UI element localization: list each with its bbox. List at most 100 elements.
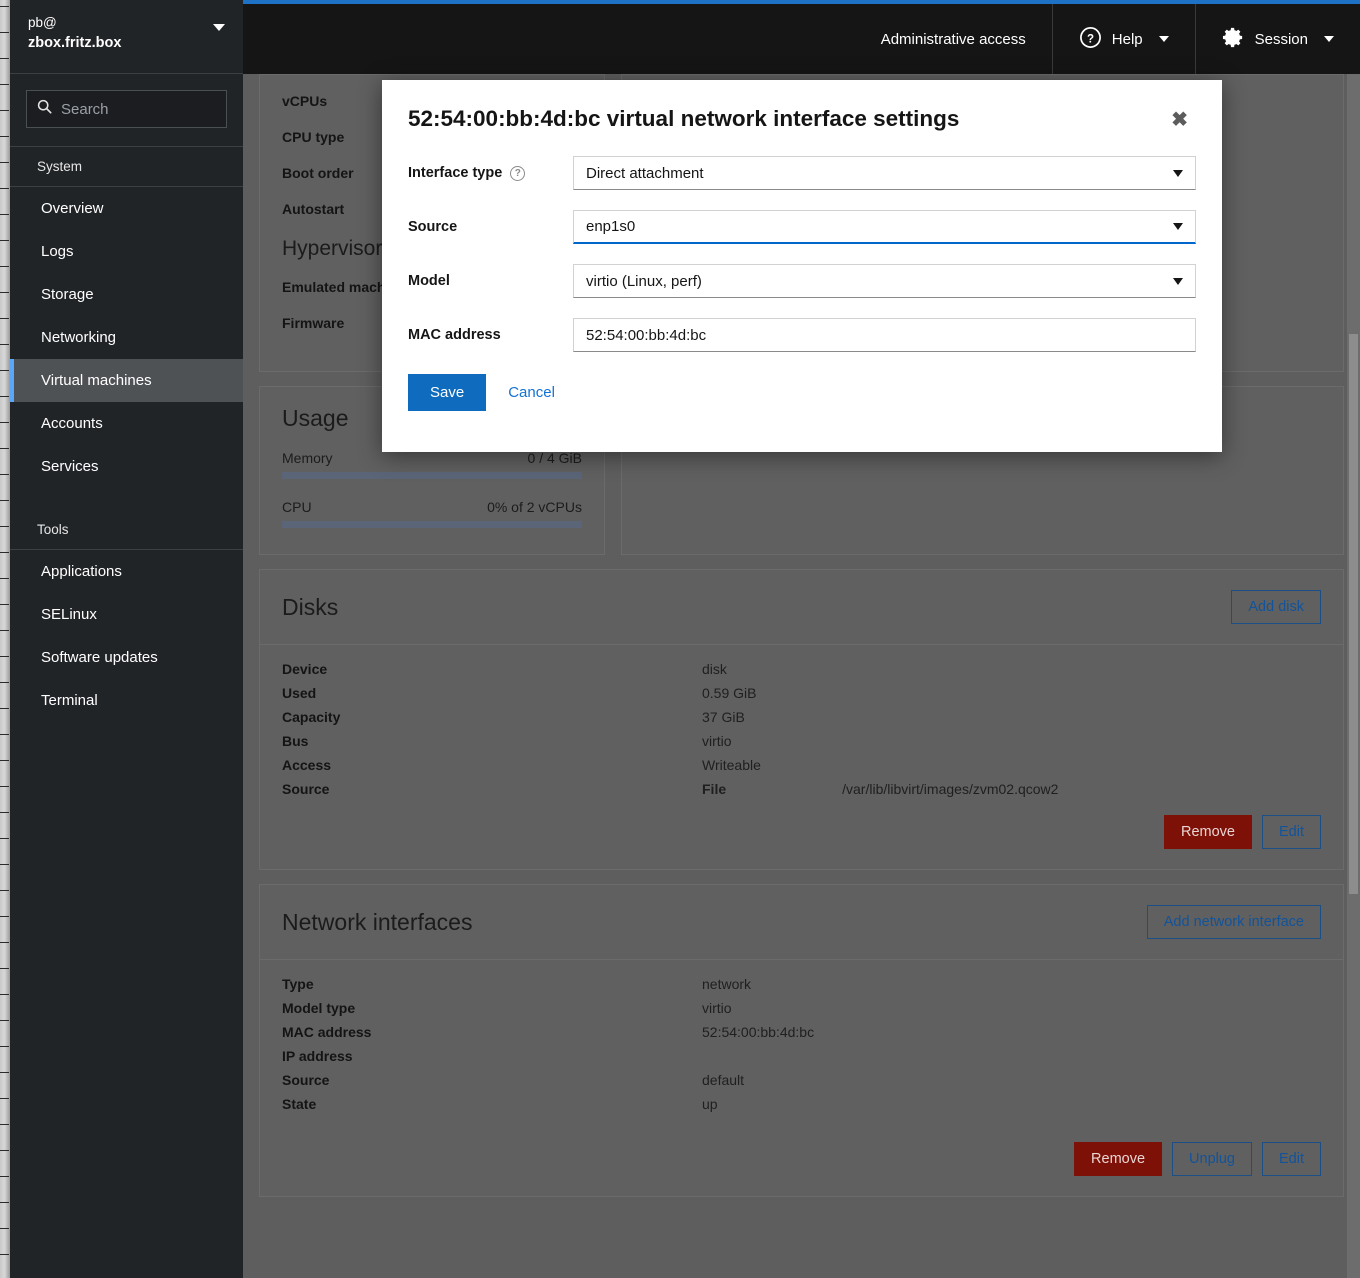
disk-key: Bus [282,733,309,749]
ruler-tick [0,890,9,891]
disk-value: disk [702,661,727,677]
cancel-button[interactable]: Cancel [498,374,565,411]
scrollbar-thumb[interactable] [1349,334,1358,894]
chevron-down-icon[interactable] [213,24,225,31]
sidebar-item-logs[interactable]: Logs [10,230,243,273]
interface-type-select[interactable]: Direct attachment [573,156,1196,190]
main-scrollbar[interactable] [1347,74,1360,1278]
ruler-tick [0,1072,9,1073]
ruler-tick [0,786,9,787]
ruler-tick [0,708,9,709]
ruler-tick [0,1124,9,1125]
network-value: default [702,1072,745,1088]
save-button[interactable]: Save [408,374,487,411]
ruler-tick [0,292,9,293]
ruler-tick [0,1098,9,1099]
ruler-tick [0,578,9,579]
disk-remove-button[interactable]: Remove [1164,815,1252,849]
sidebar-host-switcher[interactable]: pb@ zbox.fritz.box [10,0,243,74]
network-row: IP address [282,1048,1321,1064]
disk-source-row: Source File /var/lib/libvirt/images/zvm0… [282,781,1321,797]
cpu-value: 0% of 2 vCPUs [487,499,582,515]
disk-row: Capacity 37 GiB [282,709,1321,725]
close-icon[interactable]: ✖ [1165,106,1194,134]
chevron-down-icon[interactable] [1158,36,1169,42]
interface-type-row: Interface type ? Direct attachment [408,156,1196,190]
help-circle-icon: ? [1079,26,1102,53]
network-title: Network interfaces [282,908,473,935]
ruler-tick [0,1046,9,1047]
ruler-tick [0,734,9,735]
sidebar-item-terminal[interactable]: Terminal [10,679,243,722]
disk-key: Device [282,661,328,677]
search-box[interactable] [26,90,227,128]
ruler-tick [0,318,9,319]
ruler-tick [0,1202,9,1203]
disk-key: Used [282,685,317,701]
memory-progress-bar [282,472,582,479]
sidebar-item-overview[interactable]: Overview [10,187,243,230]
administrative-access-button[interactable]: Administrative access [855,4,1052,74]
sidebar-nav: System Overview Logs Storage Networking Virtu… [10,147,243,722]
memory-label: Memory [282,450,333,466]
mac-address-field[interactable]: 52:54:00:bb:4d:bc [573,318,1196,352]
memory-value: 0 / 4 GiB [527,450,582,466]
memory-usage-row: Memory 0 / 4 GiB [282,450,582,479]
disk-action-buttons: Remove Edit [282,805,1321,849]
disk-row: Device disk [282,661,1321,677]
ruler-tick [0,110,9,111]
add-disk-button[interactable]: Add disk [1231,590,1321,624]
help-icon[interactable]: ? [510,165,526,181]
disk-source-type: File [702,781,727,797]
dialog-title: 52:54:00:bb:4d:bc virtual network interf… [408,106,960,131]
network-interface-settings-dialog: 52:54:00:bb:4d:bc virtual network interf… [382,80,1222,452]
chevron-down-icon[interactable] [1324,36,1334,42]
ruler-tick [0,526,9,527]
disk-edit-button[interactable]: Edit [1262,815,1321,849]
administrative-access-label: Administrative access [880,30,1026,48]
ruler-tick [0,370,9,371]
network-row: Type network [282,976,1321,992]
help-menu[interactable]: ? Help [1051,4,1195,74]
sidebar-item-networking[interactable]: Networking [10,316,243,359]
sidebar-item-applications[interactable]: Applications [10,550,243,593]
network-key: Source [282,1072,330,1088]
ruler-tick [0,968,9,969]
sidebar-username: pb@ [28,15,57,30]
network-unplug-button[interactable]: Unplug [1172,1142,1252,1176]
ruler-tick [0,266,9,267]
top-navbar: Administrative access ? Help Session [243,0,1360,74]
help-label: Help [1111,30,1143,48]
ruler-tick [0,136,9,137]
add-network-interface-button[interactable]: Add network interface [1146,905,1321,939]
network-edit-button[interactable]: Edit [1262,1142,1321,1176]
ruler-tick [0,474,9,475]
sidebar-item-software-updates[interactable]: Software updates [10,636,243,679]
network-section: Network interfaces Add network interface… [243,884,1360,1197]
search-icon [37,99,52,119]
network-key: State [282,1096,317,1112]
disks-section: Disks Add disk Device disk Used 0.59 GiB Cap… [243,569,1360,870]
ruler-tick [0,1254,9,1255]
ruler-tick [0,1150,9,1151]
sidebar-item-selinux[interactable]: SELinux [10,593,243,636]
cpu-usage-row: CPU 0% of 2 vCPUs [282,499,582,528]
model-select[interactable]: virtio (Linux, perf) [573,264,1196,298]
session-menu[interactable]: Session [1194,4,1360,74]
network-value: virtio [702,1000,732,1016]
source-select[interactable]: enp1s0 [573,210,1196,244]
ruler-tick [0,6,9,7]
source-row: Source enp1s0 [408,210,1196,244]
sidebar-item-storage[interactable]: Storage [10,273,243,316]
sidebar-item-virtual-machines[interactable]: Virtual machines [10,359,243,402]
ruler-tick [0,396,9,397]
sidebar-item-services[interactable]: Services [10,445,243,488]
disk-row: Used 0.59 GiB [282,685,1321,701]
network-remove-button[interactable]: Remove [1074,1142,1163,1176]
sidebar-item-accounts[interactable]: Accounts [10,402,243,445]
source-label: Source [408,219,458,235]
ruler-tick [0,864,9,865]
sidebar-group-system: System [10,147,243,187]
search-input[interactable] [61,100,216,118]
gear-icon [1222,26,1245,53]
